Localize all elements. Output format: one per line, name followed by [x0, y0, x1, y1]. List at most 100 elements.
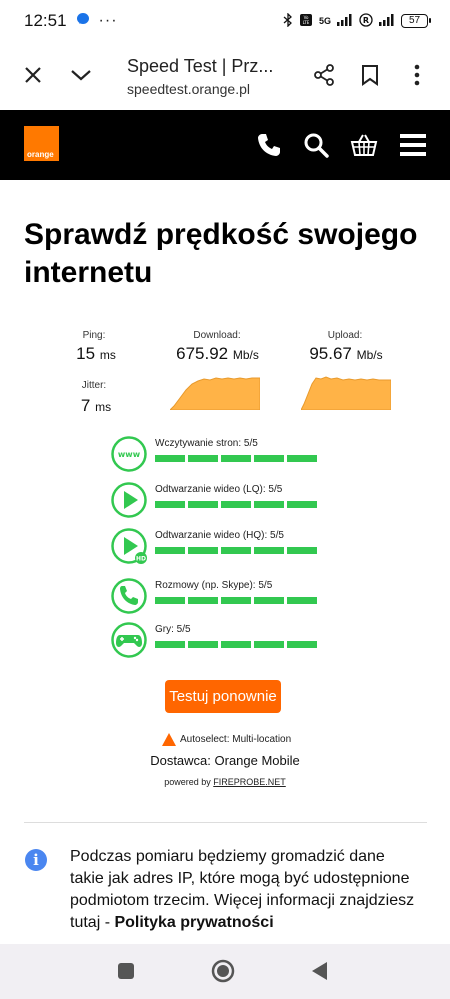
score-bar: [221, 547, 251, 554]
powered-by-prefix: powered by: [164, 777, 214, 787]
score-bar: [287, 455, 317, 462]
test-label: Odtwarzanie wideo (LQ): 5/5: [155, 484, 283, 495]
chevron-down-icon[interactable]: [66, 60, 96, 90]
score-bar: [155, 501, 185, 508]
upload-graph: [301, 376, 391, 410]
jitter-label: Jitter:: [81, 380, 107, 391]
www-icon: www: [111, 436, 147, 472]
svg-text:www: www: [118, 450, 141, 459]
score-bar: [155, 597, 185, 604]
test-row-games: Gry: 5/5: [111, 622, 331, 658]
recents-button[interactable]: [114, 959, 138, 983]
network-type: 5G: [318, 16, 331, 26]
download-number: 675.92: [176, 344, 229, 363]
svg-text:LTE: LTE: [303, 20, 310, 25]
score-bar: [155, 547, 185, 554]
score-bar: [254, 455, 284, 462]
score-bars: [155, 501, 317, 508]
score-bar: [188, 597, 218, 604]
score-bar: [287, 547, 317, 554]
download-graph: [170, 377, 260, 410]
page-url[interactable]: speedtest.orange.pl: [127, 81, 250, 97]
upload-unit: Mb/s: [356, 348, 383, 362]
phone-icon[interactable]: [254, 130, 284, 160]
orange-logo[interactable]: orange: [24, 126, 59, 161]
download-label: Download:: [193, 330, 241, 341]
score-bar: [188, 455, 218, 462]
info-icon: i: [25, 849, 47, 871]
menu-icon[interactable]: [398, 130, 428, 160]
test-row-video-hq: HD Odtwarzanie wideo (HQ): 5/5: [111, 528, 331, 564]
score-bar: [221, 641, 251, 648]
provider-label: Dostawca: Orange Mobile: [150, 753, 300, 768]
score-bars: [155, 547, 317, 554]
volte-icon: Vo LTE: [299, 13, 313, 30]
ping-value: 15 ms: [66, 344, 126, 364]
messenger-notification-icon: [76, 12, 90, 31]
test-label: Wczytywanie stron: 5/5: [155, 438, 258, 449]
download-unit: Mb/s: [232, 348, 259, 362]
score-bar: [188, 547, 218, 554]
score-bars: [155, 597, 317, 604]
jitter-value: 7 ms: [66, 396, 126, 416]
score-bar: [221, 455, 251, 462]
score-bars: [155, 641, 317, 648]
svg-text:HD: HD: [136, 556, 146, 563]
score-bar: [221, 597, 251, 604]
privacy-policy-link[interactable]: Polityka prywatności: [114, 914, 273, 931]
score-bar: [221, 501, 251, 508]
powered-by: powered by FIREPROBE.NET: [0, 777, 450, 787]
back-button[interactable]: [308, 959, 332, 983]
ping-unit: ms: [99, 348, 116, 362]
bookmark-icon[interactable]: [355, 60, 385, 90]
status-time: 12:51: [24, 11, 67, 30]
divider: [24, 822, 427, 823]
download-value: 675.92 Mb/s: [160, 344, 275, 364]
close-icon[interactable]: [18, 60, 48, 90]
more-notifications-icon: ···: [98, 12, 118, 29]
signal-icon: [337, 13, 353, 29]
test-label: Odtwarzanie wideo (HQ): 5/5: [155, 530, 284, 541]
battery-indicator: 57: [401, 14, 431, 28]
score-bar: [188, 641, 218, 648]
share-icon[interactable]: [309, 60, 339, 90]
svg-text:R: R: [363, 16, 369, 25]
score-bar: [254, 501, 284, 508]
autoselect-label: Autoselect: Multi-location: [180, 734, 292, 745]
warning-triangle-icon: [162, 733, 176, 746]
autoselect-server[interactable]: Autoselect: Multi-location: [162, 733, 291, 746]
upload-value: 95.67 Mb/s: [290, 344, 402, 364]
fireprobe-link[interactable]: FIREPROBE.NET: [213, 777, 286, 787]
retest-button[interactable]: Testuj ponownie: [165, 680, 281, 713]
page-heading: Sprawdź prędkość swojego internetu: [24, 218, 418, 289]
page-title: Speed Test | Prz...: [127, 56, 274, 76]
score-bar: [254, 547, 284, 554]
test-label: Rozmowy (np. Skype): 5/5: [155, 580, 273, 591]
bluetooth-icon: [283, 11, 293, 30]
basket-icon[interactable]: [349, 130, 379, 160]
score-bar: [155, 641, 185, 648]
score-bar: [254, 641, 284, 648]
browser-toolbar: Speed Test | Prz... speedtest.orange.pl: [0, 42, 450, 110]
jitter-number: 7: [80, 396, 91, 415]
privacy-notice: Podczas pomiaru będziemy gromadzić dane …: [70, 846, 420, 934]
phone-call-icon: [111, 578, 147, 614]
play-icon: [111, 482, 147, 518]
logo-text: orange: [27, 150, 54, 159]
upload-label: Upload:: [327, 330, 363, 341]
roaming-icon: R: [359, 12, 373, 30]
test-row-video-lq: Odtwarzanie wideo (LQ): 5/5: [111, 482, 331, 518]
score-bar: [287, 641, 317, 648]
score-bar: [155, 455, 185, 462]
ping-number: 15: [76, 344, 96, 363]
more-vert-icon[interactable]: [402, 60, 432, 90]
system-nav-bar: [0, 944, 450, 999]
search-icon[interactable]: [301, 130, 331, 160]
signal-icon-2: [379, 13, 395, 29]
score-bar: [287, 597, 317, 604]
jitter-unit: ms: [95, 400, 112, 414]
home-button[interactable]: [211, 959, 235, 983]
play-hd-icon: HD: [111, 528, 147, 564]
score-bar: [254, 597, 284, 604]
test-label: Gry: 5/5: [155, 624, 191, 635]
